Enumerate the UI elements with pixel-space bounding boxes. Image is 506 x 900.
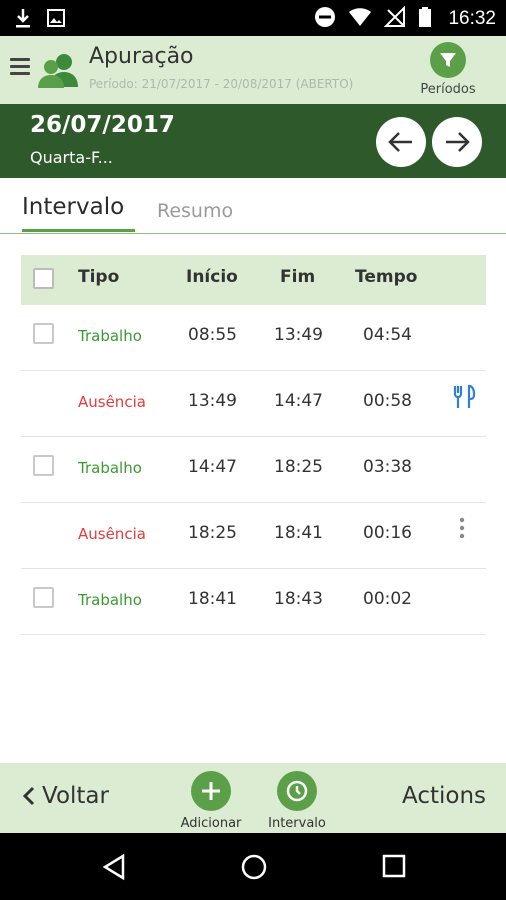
table-row[interactable]: Trabalho 18:41 18:43 00:02 bbox=[21, 569, 486, 635]
fork-knife-icon[interactable] bbox=[452, 384, 476, 414]
do-not-disturb-icon bbox=[314, 6, 336, 32]
cell-tipo: Trabalho bbox=[78, 459, 142, 477]
cell-tipo: Trabalho bbox=[78, 327, 142, 345]
page-title: Apuração bbox=[89, 44, 194, 69]
current-weekday: Quarta-F... bbox=[30, 148, 113, 167]
row-checkbox[interactable] bbox=[33, 323, 54, 344]
image-icon bbox=[46, 7, 66, 33]
cell-tipo: Ausência bbox=[78, 525, 146, 543]
active-tab-indicator bbox=[22, 229, 135, 232]
cell-tempo: 00:58 bbox=[363, 391, 412, 411]
previous-day-button[interactable] bbox=[376, 117, 426, 167]
back-label: Voltar bbox=[42, 783, 109, 809]
tab-bar: Intervalo Resumo bbox=[0, 178, 506, 234]
table-row[interactable]: Ausência 18:25 18:41 00:16 bbox=[21, 503, 486, 569]
more-vert-icon[interactable] bbox=[458, 516, 466, 546]
row-checkbox[interactable] bbox=[33, 587, 54, 608]
cell-inicio: 08:55 bbox=[188, 325, 237, 345]
cell-tempo: 00:16 bbox=[363, 523, 412, 543]
cell-tempo: 03:38 bbox=[363, 457, 412, 477]
header-fim: Fim bbox=[280, 267, 316, 287]
table-row[interactable]: Trabalho 14:47 18:25 03:38 bbox=[21, 437, 486, 503]
actions-button[interactable]: Actions bbox=[402, 783, 486, 809]
cell-inicio: 14:47 bbox=[188, 457, 237, 477]
cell-fim: 14:47 bbox=[274, 391, 323, 411]
tab-intervalo[interactable]: Intervalo bbox=[22, 194, 124, 220]
status-bar: 16:32 bbox=[0, 0, 506, 36]
users-logo-icon bbox=[38, 51, 78, 93]
cell-inicio: 18:25 bbox=[188, 523, 237, 543]
cell-fim: 18:41 bbox=[274, 523, 323, 543]
cell-fim: 18:25 bbox=[274, 457, 323, 477]
row-checkbox[interactable] bbox=[33, 455, 54, 476]
header-inicio: Início bbox=[186, 267, 238, 287]
chevron-left-icon bbox=[22, 786, 35, 806]
periods-label: Períodos bbox=[420, 82, 476, 97]
plus-icon bbox=[191, 771, 231, 811]
add-label: Adicionar bbox=[180, 816, 242, 831]
back-button[interactable]: Voltar bbox=[22, 783, 109, 809]
cell-tipo: Trabalho bbox=[78, 591, 142, 609]
wifi-icon bbox=[348, 6, 372, 32]
interval-label: Intervalo bbox=[268, 816, 326, 831]
signal-off-icon bbox=[384, 5, 406, 32]
battery-icon bbox=[418, 6, 432, 32]
nav-back-icon[interactable] bbox=[101, 853, 127, 885]
next-day-button[interactable] bbox=[432, 117, 482, 167]
cell-inicio: 18:41 bbox=[188, 589, 237, 609]
header-tempo: Tempo bbox=[355, 267, 418, 287]
cell-tipo: Ausência bbox=[78, 393, 146, 411]
table-row[interactable]: Trabalho 08:55 13:49 04:54 bbox=[21, 305, 486, 371]
periods-button[interactable]: Períodos bbox=[416, 42, 480, 97]
cell-tempo: 04:54 bbox=[363, 325, 412, 345]
cell-fim: 18:43 bbox=[274, 589, 323, 609]
download-icon bbox=[14, 7, 32, 33]
table-row[interactable]: Ausência 13:49 14:47 00:58 bbox=[21, 371, 486, 437]
clock-icon bbox=[277, 771, 317, 811]
system-nav-bar bbox=[0, 833, 506, 900]
tab-resumo[interactable]: Resumo bbox=[157, 200, 233, 222]
nav-recents-icon[interactable] bbox=[381, 853, 407, 883]
date-bar: 26/07/2017 Quarta-F... bbox=[0, 104, 506, 178]
cell-fim: 13:49 bbox=[274, 325, 323, 345]
clock-time: 16:32 bbox=[448, 8, 496, 29]
filter-icon bbox=[430, 42, 466, 78]
interval-table: Tipo Início Fim Tempo Trabalho 08:55 13:49… bbox=[21, 255, 486, 635]
table-header: Tipo Início Fim Tempo bbox=[21, 255, 486, 305]
arrow-left-icon bbox=[388, 132, 412, 152]
cell-inicio: 13:49 bbox=[188, 391, 237, 411]
select-all-checkbox[interactable] bbox=[33, 268, 54, 289]
header-tipo: Tipo bbox=[78, 267, 120, 287]
period-subtitle: Período: 21/07/2017 - 20/08/2017 (ABERTO… bbox=[89, 77, 354, 91]
hamburger-menu-icon[interactable] bbox=[10, 58, 30, 78]
add-button[interactable]: Adicionar bbox=[176, 771, 246, 831]
arrow-right-icon bbox=[446, 132, 470, 152]
interval-button[interactable]: Intervalo bbox=[262, 771, 332, 831]
nav-home-icon[interactable] bbox=[240, 853, 268, 885]
current-date: 26/07/2017 bbox=[30, 112, 175, 138]
bottom-bar: Voltar Adicionar Intervalo Actions bbox=[0, 763, 506, 833]
app-bar: Apuração Período: 21/07/2017 - 20/08/201… bbox=[0, 36, 506, 104]
cell-tempo: 00:02 bbox=[363, 589, 412, 609]
